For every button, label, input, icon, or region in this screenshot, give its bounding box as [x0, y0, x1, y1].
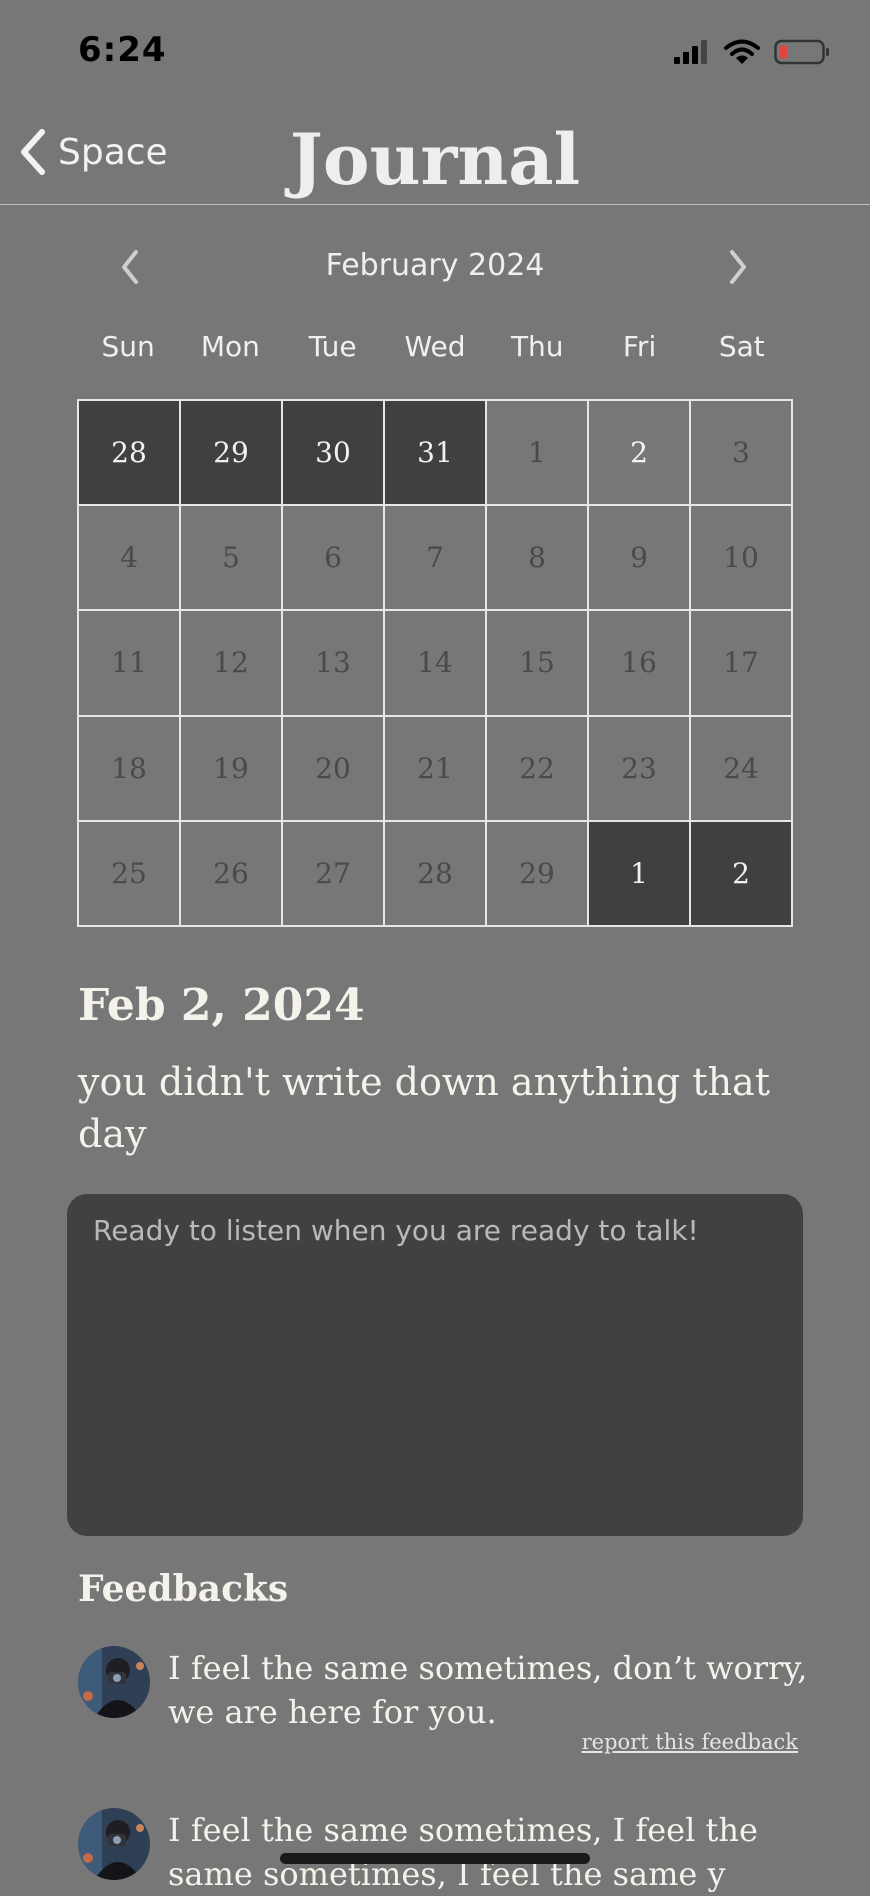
- wifi-icon: [724, 39, 760, 64]
- calendar-day[interactable]: 7: [385, 506, 487, 612]
- feedback-text: I feel the same sometimes, don’t worry, …: [168, 1649, 808, 1731]
- calendar-day[interactable]: 11: [79, 611, 181, 717]
- calendar-day[interactable]: 28: [385, 821, 487, 927]
- calendar-day[interactable]: 20: [283, 716, 385, 822]
- selected-date: Feb 2, 2024: [78, 980, 365, 1031]
- calendar-day[interactable]: 4: [79, 506, 181, 612]
- calendar-day[interactable]: 10: [691, 506, 793, 612]
- chevron-right-icon: [730, 250, 746, 284]
- calendar-day[interactable]: 27: [283, 821, 385, 927]
- calendar-day[interactable]: 29: [181, 401, 283, 507]
- status-time: 6:24: [78, 30, 167, 70]
- calendar-day[interactable]: 1: [589, 821, 691, 927]
- calendar-day[interactable]: 5: [181, 506, 283, 612]
- weekday-label: Sun: [101, 330, 155, 363]
- calendar-day[interactable]: 29: [487, 821, 589, 927]
- month-header: February 2024: [0, 244, 870, 294]
- calendar-day[interactable]: 12: [181, 611, 283, 717]
- calendar-day[interactable]: 17: [691, 611, 793, 717]
- calendar-day[interactable]: 28: [79, 401, 181, 507]
- calendar-grid: 28 29 30 31 1 2 3 4 5 6 7 8 9 10 11 12 13 14 15 16 17 18 19 20 2…: [77, 399, 793, 927]
- avatar: [78, 1808, 150, 1880]
- calendar-day[interactable]: 3: [691, 401, 793, 507]
- calendar-day[interactable]: 22: [487, 716, 589, 822]
- calendar-day[interactable]: 26: [181, 821, 283, 927]
- navigation-bar: Space Journal: [0, 110, 870, 205]
- weekday-label: Wed: [404, 330, 466, 363]
- weekday-label: Thu: [510, 330, 564, 363]
- calendar-day[interactable]: 2: [691, 821, 793, 927]
- entry-message: you didn't write down anything that day: [78, 1060, 770, 1156]
- status-bar: 6:24: [0, 0, 870, 110]
- weekday-label: Fri: [622, 330, 657, 363]
- weekday-label: Mon: [200, 330, 260, 363]
- calendar-day[interactable]: 8: [487, 506, 589, 612]
- calendar-day[interactable]: 23: [589, 716, 691, 822]
- weekday-label: Sat: [718, 330, 765, 363]
- avatar: [78, 1646, 150, 1718]
- calendar-day[interactable]: 30: [283, 401, 385, 507]
- report-feedback-link[interactable]: report this feedback: [582, 1730, 798, 1754]
- calendar-day[interactable]: 14: [385, 611, 487, 717]
- battery-icon: [774, 39, 829, 65]
- feedbacks-heading: Feedbacks: [78, 1568, 289, 1610]
- feedback-item: I feel the same sometimes, don’t worry, …: [78, 1646, 807, 1756]
- calendar-day[interactable]: 19: [181, 716, 283, 822]
- feedback-item: I feel the same sometimes, I feel the sa…: [78, 1808, 798, 1893]
- calendar-day[interactable]: 31: [385, 401, 487, 507]
- calendar-day[interactable]: 16: [589, 611, 691, 717]
- weekday-header: Sun Mon Tue Wed Thu Fri Sat: [77, 330, 793, 363]
- calendar-day[interactable]: 25: [79, 821, 181, 927]
- calendar-day[interactable]: 13: [283, 611, 385, 717]
- home-indicator: [280, 1853, 590, 1864]
- page-title: Journal: [289, 118, 581, 201]
- calendar-day[interactable]: 1: [487, 401, 589, 507]
- journal-entry-input[interactable]: [67, 1194, 803, 1536]
- cellular-signal-icon: [674, 40, 707, 64]
- calendar-day[interactable]: 9: [589, 506, 691, 612]
- calendar-day[interactable]: 15: [487, 611, 589, 717]
- weekday-label: Tue: [308, 330, 357, 363]
- next-month-button[interactable]: [726, 248, 750, 290]
- calendar-day[interactable]: 2: [589, 401, 691, 507]
- status-icons: [674, 38, 830, 66]
- calendar-day[interactable]: 6: [283, 506, 385, 612]
- calendar-day[interactable]: 21: [385, 716, 487, 822]
- calendar-day[interactable]: 18: [79, 716, 181, 822]
- calendar-day[interactable]: 24: [691, 716, 793, 822]
